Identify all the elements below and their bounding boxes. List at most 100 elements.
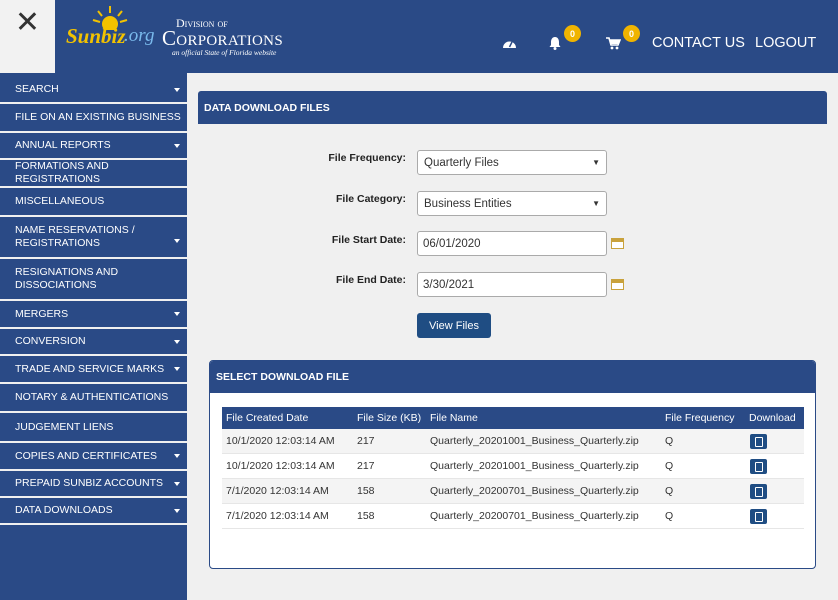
column-header: File Name — [430, 412, 478, 424]
sidebar-item-miscellaneous[interactable]: MISCELLANEOUS — [0, 188, 187, 217]
cart-badge: 0 — [623, 25, 640, 42]
calendar-icon[interactable] — [611, 279, 624, 290]
sidebar-item-mergers[interactable]: MERGERS — [0, 301, 187, 329]
caret-down-icon — [174, 239, 180, 243]
file-start-date-input[interactable]: 06/01/2020 — [417, 231, 607, 256]
download-file-panel: SELECT DOWNLOAD FILE File Created Date F… — [209, 360, 816, 569]
sidebar-item-resignations[interactable]: RESIGNATIONS AND DISSOCIATIONS — [0, 259, 187, 301]
logo-tagline: an official State of Florida website — [172, 48, 277, 57]
table-row: 10/1/2020 12:03:14 AM 217 Quarterly_2020… — [222, 454, 804, 479]
caret-down-icon — [174, 312, 180, 316]
sidebar-item-file-existing[interactable]: FILE ON AN EXISTING BUSINESS — [0, 104, 187, 133]
sidebar-item-label: ANNUAL REPORTS — [15, 139, 111, 151]
file-category-label: File Category: — [335, 193, 406, 205]
cell-file-size: 217 — [357, 435, 375, 447]
contact-us-link[interactable]: CONTACT US — [652, 35, 745, 51]
cell-created-date: 10/1/2020 12:03:14 AM — [226, 435, 335, 447]
chevron-down-icon: ▼ — [592, 199, 600, 208]
caret-down-icon — [174, 87, 180, 92]
download-panel-title: SELECT DOWNLOAD FILE — [210, 361, 815, 393]
sidebar-item-notary[interactable]: NOTARY & AUTHENTICATIONS — [0, 384, 187, 413]
sidebar-item-label: RESIGNATIONS AND DISSOCIATIONS — [15, 266, 119, 291]
cell-file-size: 217 — [357, 460, 375, 472]
download-file-icon[interactable] — [750, 509, 767, 524]
sidebar-item-label: DATA DOWNLOADS — [15, 504, 113, 516]
cell-file-frequency: Q — [665, 485, 674, 497]
download-file-icon[interactable] — [750, 434, 767, 449]
table-row: 7/1/2020 12:03:14 AM 158 Quarterly_20200… — [222, 504, 804, 529]
sidebar-item-label: MERGERS — [15, 307, 69, 320]
sidebar-item-label: COPIES AND CERTIFICATES — [15, 449, 157, 462]
table-row: 10/1/2020 12:03:14 AM 217 Quarterly_2020… — [222, 429, 804, 454]
logo-org-text: .org — [124, 25, 155, 46]
table-row: 7/1/2020 12:03:14 AM 158 Quarterly_20200… — [222, 479, 804, 504]
sidebar-item-copies-certificates[interactable]: COPIES AND CERTIFICATES — [0, 443, 187, 471]
cell-created-date: 7/1/2020 12:03:14 AM — [226, 510, 329, 522]
close-icon: ✕ — [14, 5, 41, 40]
cell-file-size: 158 — [357, 485, 375, 497]
notifications-badge: 0 — [564, 25, 581, 42]
sidebar-item-formations[interactable]: FORMATIONS AND REGISTRATIONS — [0, 160, 187, 188]
sidebar-item-conversion[interactable]: CONVERSION — [0, 329, 187, 356]
caret-down-icon — [174, 367, 180, 371]
cell-file-name: Quarterly_20200701_Business_Quarterly.zi… — [430, 485, 639, 497]
column-header: File Frequency — [665, 412, 735, 424]
site-header: ✕ Sunbiz .org Division of Corporations a… — [0, 0, 838, 73]
sidebar-item-label: NAME RESERVATIONS / REGISTRATIONS — [15, 224, 135, 249]
chevron-down-icon: ▼ — [592, 158, 600, 167]
sidebar-item-trade-service-marks[interactable]: TRADE AND SERVICE MARKS — [0, 356, 187, 384]
cell-file-name: Quarterly_20201001_Business_Quarterly.zi… — [430, 460, 639, 472]
caret-down-icon — [174, 508, 180, 513]
sidebar-item-label: MISCELLANEOUS — [15, 195, 105, 207]
cell-created-date: 7/1/2020 12:03:14 AM — [226, 485, 329, 497]
table-header: File Created Date File Size (KB) File Na… — [222, 407, 804, 429]
sidebar-item-label: FILE ON AN EXISTING BUSINESS — [15, 111, 181, 123]
file-start-date-value: 06/01/2020 — [423, 237, 481, 250]
sidebar-item-label: TRADE AND SERVICE MARKS — [15, 362, 165, 375]
file-frequency-value: Quarterly Files — [424, 156, 499, 169]
dashboard-gauge-icon[interactable] — [502, 37, 517, 49]
file-frequency-label: File Frequency: — [328, 152, 406, 164]
file-end-date-value: 3/30/2021 — [423, 278, 475, 291]
sidebar-item-label: CONVERSION — [15, 335, 86, 347]
calendar-icon[interactable] — [611, 238, 624, 249]
view-files-button[interactable]: View Files — [417, 313, 491, 338]
logout-link[interactable]: LOGOUT — [755, 35, 816, 51]
cart-icon[interactable] — [606, 37, 621, 50]
column-header: Download — [749, 412, 796, 424]
file-category-select[interactable]: Business Entities ▼ — [417, 191, 607, 216]
bell-icon[interactable] — [548, 36, 562, 50]
cell-file-name: Quarterly_20201001_Business_Quarterly.zi… — [430, 435, 639, 447]
sunbiz-logo[interactable]: Sunbiz .org Division of Corporations an … — [62, 4, 292, 64]
cell-file-frequency: Q — [665, 510, 674, 522]
file-frequency-select[interactable]: Quarterly Files ▼ — [417, 150, 607, 175]
sidebar-item-search[interactable]: SEARCH — [0, 77, 187, 104]
sidebar-item-label: NOTARY & AUTHENTICATIONS — [15, 391, 169, 403]
cell-file-frequency: Q — [665, 460, 674, 472]
caret-down-icon — [174, 454, 180, 458]
sidebar-item-annual-reports[interactable]: ANNUAL REPORTS — [0, 133, 187, 160]
file-category-value: Business Entities — [424, 197, 512, 210]
caret-down-icon — [174, 143, 180, 148]
sidebar-item-label: PREPAID SUNBIZ ACCOUNTS — [15, 477, 163, 489]
logo-sunbiz-text: Sunbiz — [66, 24, 126, 48]
sidebar-item-judgement-liens[interactable]: JUDGEMENT LIENS — [0, 413, 187, 443]
cell-file-frequency: Q — [665, 435, 674, 447]
column-header: File Size (KB) — [357, 412, 422, 424]
file-end-date-input[interactable]: 3/30/2021 — [417, 272, 607, 297]
sidebar-item-prepaid-accounts[interactable]: PREPAID SUNBIZ ACCOUNTS — [0, 471, 187, 498]
page-title: DATA DOWNLOAD FILES — [198, 91, 827, 124]
sidebar-item-label: FORMATIONS AND REGISTRATIONS — [15, 160, 109, 185]
cell-file-size: 158 — [357, 510, 375, 522]
sidebar-item-label: JUDGEMENT LIENS — [15, 420, 114, 433]
file-start-date-label: File Start Date: — [331, 234, 406, 246]
cell-file-name: Quarterly_20200701_Business_Quarterly.zi… — [430, 510, 639, 522]
file-end-date-label: File End Date: — [335, 274, 406, 286]
download-file-icon[interactable] — [750, 459, 767, 474]
close-menu-button[interactable]: ✕ — [0, 0, 55, 73]
sidebar-item-label: SEARCH — [15, 83, 59, 95]
column-header: File Created Date — [226, 412, 309, 424]
download-file-icon[interactable] — [750, 484, 767, 499]
sidebar-item-name-reservations[interactable]: NAME RESERVATIONS / REGISTRATIONS — [0, 217, 187, 259]
sidebar-item-data-downloads[interactable]: DATA DOWNLOADS — [0, 498, 187, 525]
